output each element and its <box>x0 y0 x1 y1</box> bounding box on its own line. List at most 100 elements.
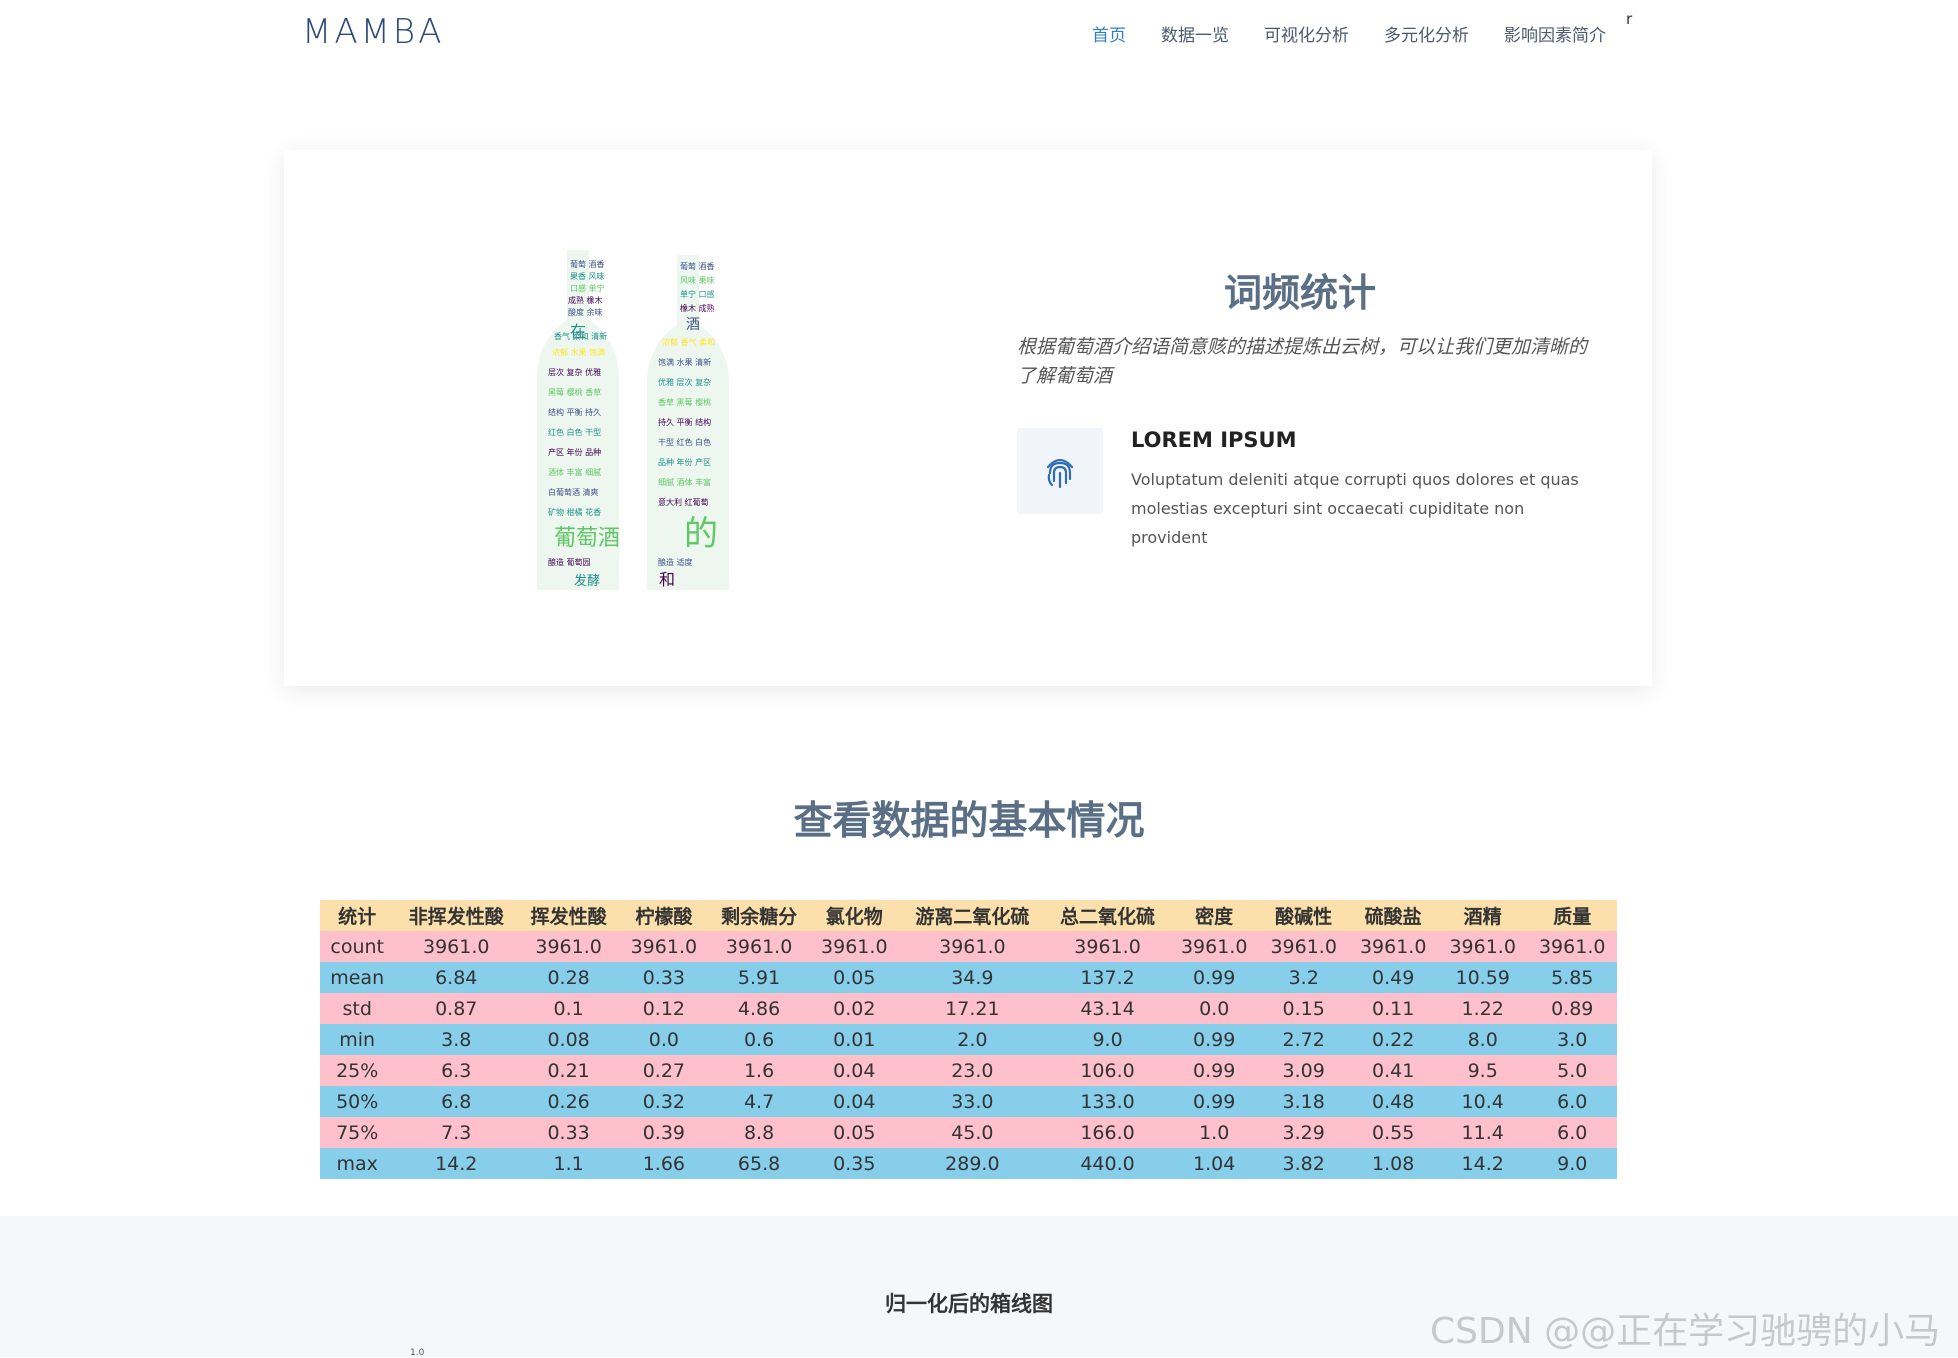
table-cell: 0.0 <box>1169 993 1259 1024</box>
table-row: 75% 7.3 0.33 0.39 8.8 0.05 45.0 166.0 1.0 3.29 0.5… <box>320 1117 1617 1148</box>
table-cell: 33.0 <box>899 1086 1046 1117</box>
table-cell: 4.86 <box>708 993 810 1024</box>
nav-factors-intro[interactable]: 影响因素简介 <box>1504 21 1606 46</box>
nav-data-overview[interactable]: 数据一览 <box>1161 21 1229 46</box>
table-header-cell: 游离二氧化硫 <box>899 900 1046 931</box>
table-cell: 289.0 <box>899 1148 1046 1179</box>
table-cell: 3961.0 <box>1437 931 1528 962</box>
wordcloud-word: 酒 <box>686 317 700 333</box>
table-header-cell: 氯化物 <box>809 900 900 931</box>
row-label-cell: mean <box>320 962 395 993</box>
table-cell: 6.0 <box>1527 1117 1617 1148</box>
svg-text:葡萄 酒香: 葡萄 酒香 <box>680 261 715 271</box>
nav-visual-analysis[interactable]: 可视化分析 <box>1264 21 1349 46</box>
table-cell: 0.87 <box>394 993 519 1024</box>
table-cell: 6.84 <box>394 962 519 993</box>
table-cell: 0.48 <box>1348 1086 1438 1117</box>
table-cell: 6.0 <box>1527 1086 1617 1117</box>
wordcloud-word: 的 <box>684 514 718 554</box>
table-cell: 0.26 <box>518 1086 620 1117</box>
table-cell: 45.0 <box>899 1117 1046 1148</box>
svg-text:酒体 丰富 细腻: 酒体 丰富 细腻 <box>548 467 601 477</box>
table-cell: 0.35 <box>809 1148 900 1179</box>
table-cell: 3961.0 <box>708 931 810 962</box>
row-label-cell: max <box>320 1148 395 1179</box>
table-cell: 3.82 <box>1258 1148 1349 1179</box>
table-header-cell: 总二氧化硫 <box>1045 900 1170 931</box>
row-label-cell: 25% <box>320 1055 395 1086</box>
table-row: count 3961.0 3961.0 3961.0 3961.0 3961.0 3961.… <box>320 931 1617 962</box>
table-cell: 0.27 <box>619 1055 709 1086</box>
feature-title: LOREM IPSUM <box>1131 428 1297 452</box>
table-cell: 0.21 <box>518 1055 620 1086</box>
table-header-cell: 非挥发性酸 <box>394 900 519 931</box>
table-header-cell: 酸碱性 <box>1258 900 1349 931</box>
table-cell: 1.04 <box>1169 1148 1259 1179</box>
fingerprint-icon <box>1017 428 1103 514</box>
row-label-cell: min <box>320 1024 395 1055</box>
table-cell: 0.89 <box>1527 993 1617 1024</box>
table-header-cell: 酒精 <box>1437 900 1528 931</box>
svg-text:品种 年份 产区: 品种 年份 产区 <box>658 457 711 467</box>
table-cell: 6.3 <box>394 1055 519 1086</box>
svg-text:酿造 适度: 酿造 适度 <box>658 557 693 567</box>
table-cell: 0.22 <box>1348 1024 1438 1055</box>
svg-text:结构 平衡 持久: 结构 平衡 持久 <box>548 407 601 417</box>
table-cell: 0.05 <box>809 962 900 993</box>
wordcloud-word: 葡萄酒 <box>554 526 620 551</box>
svg-text:浓郁 香气 柔和: 浓郁 香气 柔和 <box>662 337 715 347</box>
table-cell: 0.33 <box>619 962 709 993</box>
table-cell: 9.0 <box>1045 1024 1170 1055</box>
svg-text:黑莓 樱桃 香草: 黑莓 樱桃 香草 <box>548 387 601 397</box>
table-cell: 0.33 <box>518 1117 620 1148</box>
table-cell: 0.11 <box>1348 993 1438 1024</box>
svg-text:持久 平衡 结构: 持久 平衡 结构 <box>658 417 711 427</box>
table-cell: 1.66 <box>619 1148 709 1179</box>
svg-text:成熟 橡木: 成熟 橡木 <box>568 295 603 305</box>
table-row: 50% 6.8 0.26 0.32 4.7 0.04 33.0 133.0 0.99 3.18 0.… <box>320 1086 1617 1117</box>
wordcloud-word: 发酵 <box>574 573 600 589</box>
table-cell: 1.6 <box>708 1055 810 1086</box>
table-cell: 0.6 <box>708 1024 810 1055</box>
wordcloud-image: 葡萄 酒香果香 风味 口感 单宁成熟 橡木 酸度 余味香气 柔和 清新 浓郁 水… <box>537 250 729 590</box>
table-cell: 34.9 <box>899 962 1046 993</box>
table-cell: 10.4 <box>1437 1086 1528 1117</box>
table-cell: 0.04 <box>809 1055 900 1086</box>
svg-text:干型 红色 白色: 干型 红色 白色 <box>658 437 711 447</box>
nav-home[interactable]: 首页 <box>1092 21 1126 46</box>
table-cell: 0.05 <box>809 1117 900 1148</box>
table-cell: 3961.0 <box>1045 931 1170 962</box>
table-cell: 3961.0 <box>899 931 1046 962</box>
table-cell: 0.02 <box>809 993 900 1024</box>
row-label-cell: std <box>320 993 395 1024</box>
svg-text:细腻 酒体 丰富: 细腻 酒体 丰富 <box>658 477 711 487</box>
table-cell: 1.1 <box>518 1148 620 1179</box>
svg-text:白葡萄酒 清爽: 白葡萄酒 清爽 <box>548 487 599 497</box>
table-cell: 0.04 <box>809 1086 900 1117</box>
logo[interactable]: MAMBA <box>302 12 444 52</box>
table-cell: 3961.0 <box>809 931 900 962</box>
svg-text:口感 单宁: 口感 单宁 <box>570 283 605 293</box>
svg-text:香草 黑莓 樱桃: 香草 黑莓 樱桃 <box>658 397 711 407</box>
nav-multivariate-analysis[interactable]: 多元化分析 <box>1384 21 1469 46</box>
table-cell: 0.99 <box>1169 1024 1259 1055</box>
svg-text:产区 年份 品种: 产区 年份 品种 <box>548 447 601 457</box>
table-cell: 1.22 <box>1437 993 1528 1024</box>
wordcloud-description: 根据葡萄酒介绍语简意赅的描述提炼出云树，可以让我们更加清晰的了解葡萄酒 <box>1017 336 1588 387</box>
svg-text:单宁 口感: 单宁 口感 <box>680 289 715 299</box>
table-cell: 11.4 <box>1437 1117 1528 1148</box>
table-cell: 0.32 <box>619 1086 709 1117</box>
table-header-cell: 质量 <box>1527 900 1617 931</box>
svg-text:浓郁 水果 饱满: 浓郁 水果 饱满 <box>552 347 605 357</box>
table-row: max 14.2 1.1 1.66 65.8 0.35 289.0 440.0 1.04 3.82… <box>320 1148 1617 1179</box>
table-cell: 2.72 <box>1258 1024 1349 1055</box>
table-cell: 3.2 <box>1258 962 1349 993</box>
table-cell: 3.18 <box>1258 1086 1349 1117</box>
table-header-cell: 硫酸盐 <box>1348 900 1438 931</box>
table-cell: 3.0 <box>1527 1024 1617 1055</box>
table-cell: 0.55 <box>1348 1117 1438 1148</box>
svg-text:矿物 柑橘 花香: 矿物 柑橘 花香 <box>548 507 601 517</box>
table-cell: 166.0 <box>1045 1117 1170 1148</box>
wordcloud-word: 和 <box>659 570 675 589</box>
table-cell: 4.7 <box>708 1086 810 1117</box>
